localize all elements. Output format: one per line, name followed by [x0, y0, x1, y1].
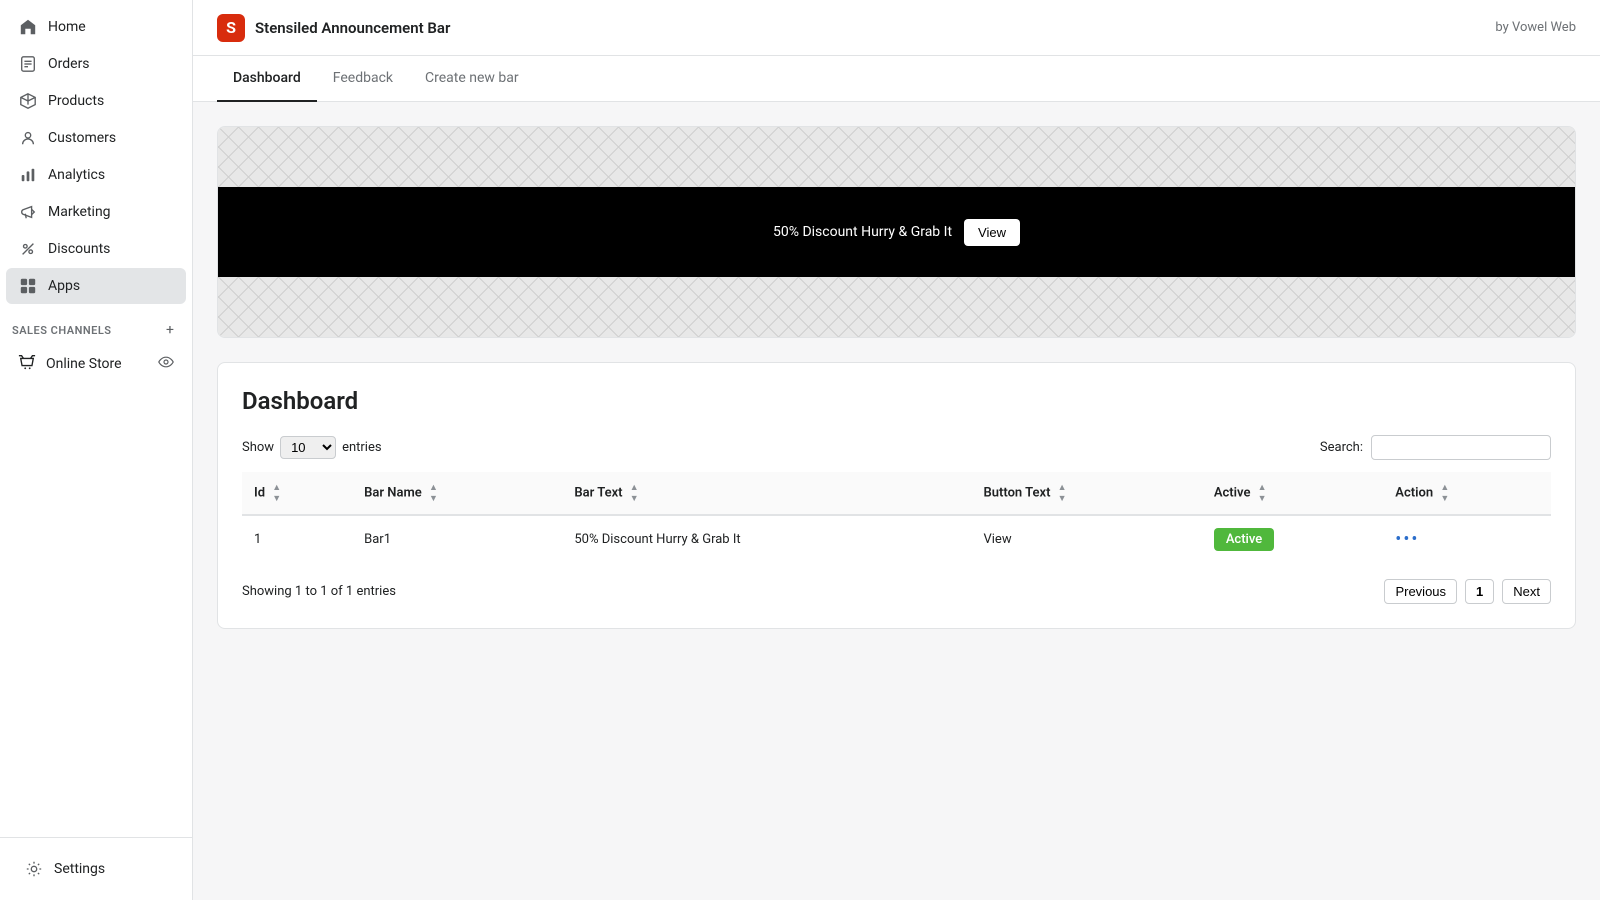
search-box: Search:: [1320, 435, 1551, 460]
dashboard-title: Dashboard: [242, 387, 1551, 415]
sidebar-item-label-customers: Customers: [48, 130, 116, 146]
cell-button-text: View: [971, 515, 1201, 563]
analytics-icon: [18, 165, 38, 185]
pagination-info: Showing 1 to 1 of 1 entries: [242, 584, 396, 599]
show-entries-control: Show 10 25 50 100 entries: [242, 436, 382, 459]
search-label: Search:: [1320, 440, 1363, 455]
topbar-byline: by Vowel Web: [1495, 20, 1576, 35]
cell-bar-text: 50% Discount Hurry & Grab It: [562, 515, 971, 563]
home-icon: [18, 17, 38, 37]
active-badge: Active: [1214, 528, 1274, 551]
sales-channels-label: SALES CHANNELS: [12, 324, 112, 337]
preview-card: 50% Discount Hurry & Grab It View: [217, 126, 1576, 338]
entries-label: entries: [342, 440, 382, 455]
settings-icon: [24, 859, 44, 879]
sidebar: Home Orders Products Customers Analytics: [0, 0, 193, 900]
entries-select[interactable]: 10 25 50 100: [280, 436, 336, 459]
current-page-button[interactable]: 1: [1465, 579, 1494, 604]
dashboard-card: Dashboard Show 10 25 50 100 entries Sear…: [217, 362, 1576, 629]
table-header-row: Id ▲▼ Bar Name ▲▼ Bar Text ▲▼ Button Tex…: [242, 472, 1551, 515]
products-icon: [18, 91, 38, 111]
bar-text-sort-icon[interactable]: ▲▼: [630, 482, 639, 504]
col-id: Id ▲▼: [242, 472, 352, 515]
pagination-controls: Previous 1 Next: [1384, 579, 1551, 604]
table-row: 1 Bar1 50% Discount Hurry & Grab It View…: [242, 515, 1551, 563]
sidebar-item-analytics[interactable]: Analytics: [6, 157, 186, 193]
tabs-bar: Dashboard Feedback Create new bar: [193, 56, 1600, 102]
preview-top-pattern: [218, 127, 1575, 187]
col-bar-text: Bar Text ▲▼: [562, 472, 971, 515]
cell-action: •••: [1383, 515, 1551, 563]
sidebar-item-label-marketing: Marketing: [48, 204, 111, 220]
table-controls: Show 10 25 50 100 entries Search:: [242, 435, 1551, 460]
sidebar-item-apps[interactable]: Apps: [6, 268, 186, 304]
sidebar-item-customers[interactable]: Customers: [6, 120, 186, 156]
add-sales-channel-button[interactable]: +: [160, 320, 180, 340]
button-text-sort-icon[interactable]: ▲▼: [1058, 482, 1067, 504]
sidebar-item-label-home: Home: [48, 19, 86, 35]
orders-icon: [18, 54, 38, 74]
action-dots-button[interactable]: •••: [1395, 529, 1419, 550]
sidebar-item-marketing[interactable]: Marketing: [6, 194, 186, 230]
sidebar-item-home[interactable]: Home: [6, 9, 186, 45]
bar-name-sort-icon[interactable]: ▲▼: [429, 482, 438, 504]
apps-icon: [18, 276, 38, 296]
preview-bar-text: 50% Discount Hurry & Grab It: [773, 224, 952, 240]
sidebar-item-online-store[interactable]: Online Store: [6, 345, 186, 383]
sales-channels-section: SALES CHANNELS +: [0, 312, 192, 344]
preview-view-button[interactable]: View: [964, 219, 1020, 246]
sidebar-item-label-apps: Apps: [48, 278, 80, 294]
pagination: Showing 1 to 1 of 1 entries Previous 1 N…: [242, 579, 1551, 604]
marketing-icon: [18, 202, 38, 222]
sidebar-item-label-discounts: Discounts: [48, 241, 110, 257]
main-area: S Stensiled Announcement Bar by Vowel We…: [193, 0, 1600, 900]
sidebar-item-orders[interactable]: Orders: [6, 46, 186, 82]
previous-page-button[interactable]: Previous: [1384, 579, 1457, 604]
sidebar-item-discounts[interactable]: Discounts: [6, 231, 186, 267]
col-button-text: Button Text ▲▼: [971, 472, 1201, 515]
preview-bottom-pattern: [218, 277, 1575, 337]
next-page-button[interactable]: Next: [1502, 579, 1551, 604]
online-store-icon: [18, 353, 36, 375]
action-sort-icon[interactable]: ▲▼: [1440, 482, 1449, 504]
tab-feedback[interactable]: Feedback: [317, 56, 409, 102]
bars-table: Id ▲▼ Bar Name ▲▼ Bar Text ▲▼ Button Tex…: [242, 472, 1551, 563]
topbar-left: S Stensiled Announcement Bar: [217, 14, 450, 42]
customers-icon: [18, 128, 38, 148]
id-sort-icon[interactable]: ▲▼: [272, 482, 281, 504]
col-bar-name: Bar Name ▲▼: [352, 472, 562, 515]
sidebar-bottom: Settings: [0, 837, 192, 900]
col-action: Action ▲▼: [1383, 472, 1551, 515]
sidebar-item-label-orders: Orders: [48, 56, 90, 72]
sidebar-item-settings[interactable]: Settings: [12, 851, 180, 887]
col-active: Active ▲▼: [1202, 472, 1383, 515]
sidebar-item-label-analytics: Analytics: [48, 167, 105, 183]
cell-id: 1: [242, 515, 352, 563]
tab-create-new-bar[interactable]: Create new bar: [409, 56, 535, 102]
topbar: S Stensiled Announcement Bar by Vowel We…: [193, 0, 1600, 56]
cell-bar-name: Bar1: [352, 515, 562, 563]
online-store-label: Online Store: [46, 356, 148, 372]
tab-dashboard[interactable]: Dashboard: [217, 56, 317, 102]
online-store-eye-icon[interactable]: [158, 354, 174, 374]
content-area: 50% Discount Hurry & Grab It View Dashbo…: [193, 102, 1600, 900]
search-input[interactable]: [1371, 435, 1551, 460]
discounts-icon: [18, 239, 38, 259]
cell-active: Active: [1202, 515, 1383, 563]
app-logo: S: [217, 14, 245, 42]
sidebar-item-label-products: Products: [48, 93, 104, 109]
active-sort-icon[interactable]: ▲▼: [1258, 482, 1267, 504]
settings-label: Settings: [54, 861, 105, 877]
show-label: Show: [242, 440, 274, 455]
sidebar-nav: Home Orders Products Customers Analytics: [0, 0, 192, 837]
app-title: Stensiled Announcement Bar: [255, 19, 450, 37]
announcement-bar-preview: 50% Discount Hurry & Grab It View: [218, 187, 1575, 277]
sidebar-item-products[interactable]: Products: [6, 83, 186, 119]
